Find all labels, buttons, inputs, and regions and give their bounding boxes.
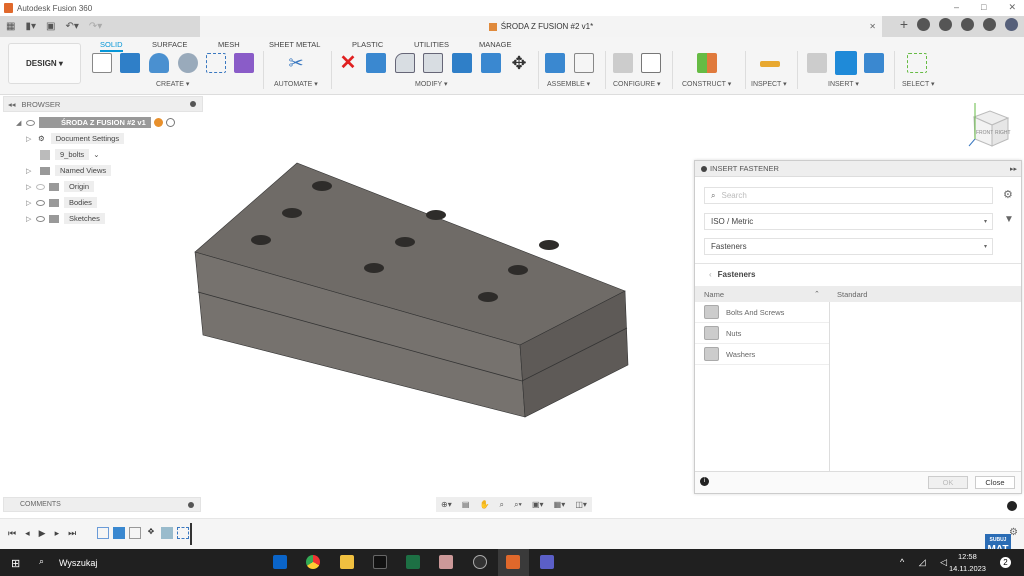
capture-app-icon[interactable] <box>373 555 387 569</box>
chrome-icon[interactable] <box>306 555 320 569</box>
hole <box>312 181 332 191</box>
zoom-icon[interactable]: ⌕▾ <box>514 500 522 510</box>
timeline-move-icon[interactable]: ✥ <box>145 527 157 539</box>
taskbar-search[interactable]: Wyszukaj <box>59 558 97 568</box>
column-name[interactable]: Name <box>704 290 724 299</box>
outlook-icon[interactable] <box>273 555 287 569</box>
hole <box>251 235 271 245</box>
hole <box>282 208 302 218</box>
search-icon[interactable]: ⌕ <box>39 556 44 567</box>
comments-toggle-icon[interactable] <box>188 501 194 508</box>
list-item[interactable]: Bolts And Screws <box>695 302 829 323</box>
navigation-bar: ⊕▾ ▤ ✋ ⌕ ⌕▾ ▣▾ ▦▾ ◫▾ <box>436 497 592 512</box>
paint-icon[interactable] <box>439 555 453 569</box>
step-forward-icon[interactable]: ▸ <box>55 528 60 539</box>
sort-asc-icon[interactable]: ⌃ <box>814 290 820 298</box>
close-button[interactable]: Close <box>975 476 1015 489</box>
hole <box>478 292 498 302</box>
timeline-hole-icon[interactable] <box>161 527 173 539</box>
search-input[interactable]: ⌕ Search <box>704 187 993 204</box>
list-item[interactable]: Washers <box>695 344 829 365</box>
hole <box>508 265 528 275</box>
filter-icon[interactable]: ▼ <box>1004 214 1014 225</box>
dialog-collapse-icon[interactable] <box>701 165 707 172</box>
grid-icon[interactable]: ▦▾ <box>554 500 566 509</box>
search-placeholder: Search <box>721 191 747 200</box>
hole <box>395 237 415 247</box>
dialog-footer: i OK Close <box>695 471 1021 493</box>
clock-time[interactable]: 12:58 <box>958 552 977 561</box>
search-icon: ⌕ <box>711 190 716 200</box>
recorder-icon[interactable] <box>473 555 487 569</box>
timeline-extrude-icon[interactable] <box>113 527 125 539</box>
teams-icon[interactable] <box>540 555 554 569</box>
clock-date[interactable]: 14.11.2023 <box>949 564 986 573</box>
ok-button[interactable]: OK <box>928 476 968 489</box>
notification-count[interactable]: 2 <box>1000 557 1011 568</box>
list-item[interactable]: Nuts <box>695 323 829 344</box>
comments-title: COMMENTS <box>20 501 61 508</box>
tray-icons[interactable]: ^ ◿ ◁ <box>900 557 953 568</box>
go-to-start-icon[interactable]: ⏮ <box>8 528 16 539</box>
taskbar: ⊞ ⌕ Wyszukaj ^ ◿ ◁ 12:58 14.11.2023 2 <box>0 549 1024 576</box>
back-chevron-icon: ‹ <box>709 270 712 279</box>
timeline-marker[interactable] <box>190 523 192 545</box>
assistant-icon[interactable] <box>1007 501 1017 511</box>
insert-fastener-dialog: INSERT FASTENER ▸▸ ⌕ Search ⚙ ISO / Metr… <box>694 160 1022 494</box>
comments-bar[interactable]: COMMENTS <box>3 497 201 512</box>
timeline-feature-icon[interactable] <box>129 527 141 539</box>
timeline-sketch-icon[interactable] <box>97 527 109 539</box>
excel-icon[interactable] <box>406 555 420 569</box>
nut-folder-icon <box>704 326 719 340</box>
bolt-folder-icon <box>704 305 719 319</box>
viewcube[interactable]: FRONT RIGHT <box>968 103 1011 147</box>
svg-text:FRONT: FRONT <box>976 130 993 136</box>
breadcrumb[interactable]: ‹ Fasteners <box>709 270 755 279</box>
washer-folder-icon <box>704 347 719 361</box>
file-explorer-icon[interactable] <box>340 555 354 569</box>
timeline-pattern-icon[interactable] <box>177 527 189 539</box>
windows-start-icon[interactable]: ⊞ <box>11 557 20 570</box>
expand-icon[interactable]: ▸▸ <box>1010 165 1017 173</box>
viewports-icon[interactable]: ◫▾ <box>575 500 587 509</box>
table-header: Name ⌃ Standard <box>695 286 1021 302</box>
orbit-icon[interactable]: ⊕▾ <box>441 500 452 509</box>
hole <box>426 210 446 220</box>
zoom-window-icon[interactable]: ⌕ <box>500 500 504 510</box>
fusion-taskbar-icon[interactable] <box>506 555 520 569</box>
standard-select[interactable]: ISO / Metric ▾ <box>704 213 993 230</box>
dialog-header: INSERT FASTENER ▸▸ <box>695 161 1021 177</box>
column-standard[interactable]: Standard <box>837 290 867 299</box>
dialog-title: INSERT FASTENER <box>710 164 779 173</box>
category-select[interactable]: Fasteners ▾ <box>704 238 993 255</box>
timeline: ⏮ ◂ ▶ ▸ ⏭ ✥ ⚙ <box>0 518 1024 549</box>
svg-text:RIGHT: RIGHT <box>995 130 1011 136</box>
hole <box>364 263 384 273</box>
go-to-end-icon[interactable]: ⏭ <box>68 528 76 539</box>
pan-icon[interactable]: ✋ <box>479 500 489 509</box>
gear-icon[interactable]: ⚙ <box>1003 188 1013 201</box>
hole <box>539 240 559 250</box>
display-settings-icon[interactable]: ▣▾ <box>532 500 544 509</box>
play-icon[interactable]: ▶ <box>39 528 46 539</box>
step-back-icon[interactable]: ◂ <box>25 528 30 539</box>
look-at-icon[interactable]: ▤ <box>462 500 470 509</box>
info-icon[interactable]: i <box>700 477 709 486</box>
